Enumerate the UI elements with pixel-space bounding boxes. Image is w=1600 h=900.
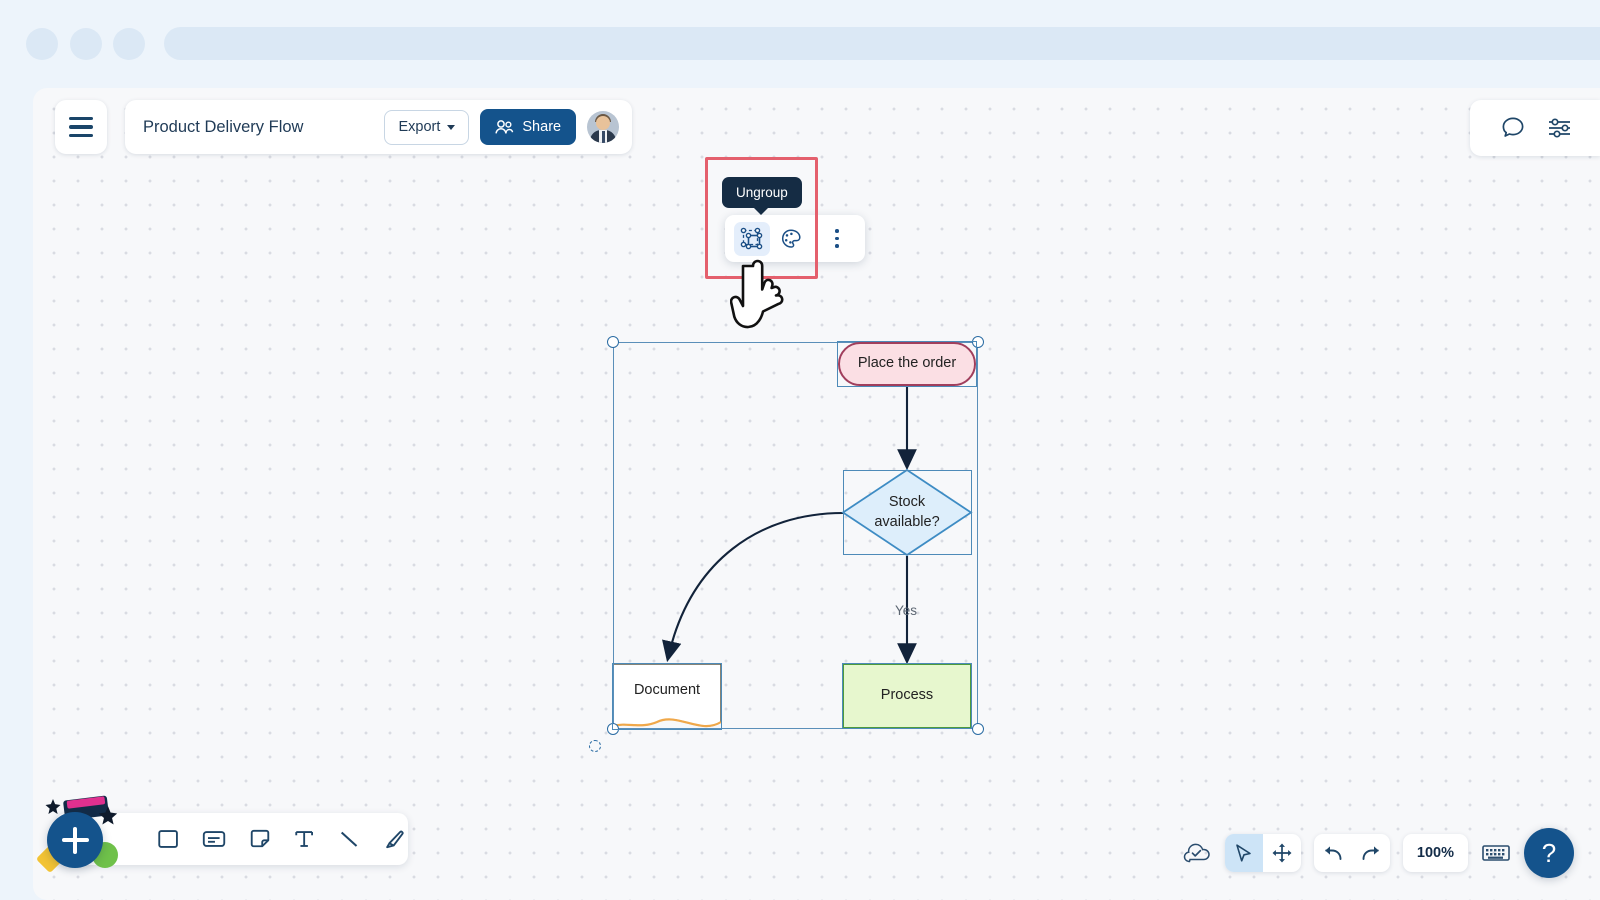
line-icon[interactable]: [337, 826, 361, 852]
pointing-hand-cursor: [730, 259, 784, 329]
node-process-label: Process: [880, 687, 934, 704]
edge-label-yes: Yes: [895, 603, 918, 618]
more-vertical-icon: [835, 229, 839, 233]
sliders-icon[interactable]: [1546, 115, 1574, 141]
document-header-bar: Product Delivery Flow Export Share: [125, 100, 633, 154]
node-place-order[interactable]: Place the order: [838, 342, 976, 386]
selection-handle-top-left[interactable]: [607, 336, 619, 348]
browser-dot-2: [70, 28, 102, 60]
undo-button[interactable]: [1314, 834, 1352, 872]
menu-button[interactable]: [55, 100, 107, 154]
more-options-button[interactable]: [824, 222, 850, 256]
browser-dot-1: [26, 28, 58, 60]
decoration-star-right: [98, 806, 118, 825]
hamburger-icon-bar: [69, 125, 93, 129]
cursor-arrow-icon: [1236, 843, 1252, 862]
browser-dot-3: [113, 28, 145, 60]
hamburger-icon: [69, 116, 93, 121]
pointer-mode-group: [1224, 834, 1301, 872]
avatar[interactable]: [587, 111, 620, 143]
square-icon[interactable]: [156, 826, 180, 852]
app-root: Place the order Stock available? Process …: [0, 0, 1600, 900]
redo-button[interactable]: [1352, 834, 1390, 872]
chevron-down-icon: [447, 124, 456, 130]
share-label: Share: [522, 119, 562, 135]
redo-icon: [1362, 846, 1379, 860]
top-right-toolbar: [1470, 100, 1600, 156]
undo-icon: [1325, 846, 1342, 860]
card-icon[interactable]: [201, 826, 227, 852]
add-button[interactable]: [47, 812, 103, 868]
node-document[interactable]: Document: [612, 663, 722, 729]
node-process[interactable]: Process: [843, 664, 971, 728]
node-place-order-label: Place the order: [857, 355, 957, 372]
decoration-star-left: [45, 799, 61, 814]
browser-address-bar[interactable]: [164, 27, 1600, 60]
node-document-label: Document: [633, 682, 701, 698]
more-vertical-dot: [835, 236, 839, 241]
cloud-saved-icon[interactable]: [1182, 841, 1212, 865]
help-button[interactable]: ?: [1524, 828, 1574, 878]
zoom-level-button[interactable]: 100%: [1402, 834, 1468, 872]
node-stock-available[interactable]: Stock available?: [843, 470, 971, 555]
selection-rotate-handle[interactable]: [589, 740, 601, 752]
history-group: [1313, 834, 1390, 872]
marker-pen-icon[interactable]: [382, 825, 408, 853]
text-icon[interactable]: [293, 826, 315, 852]
people-icon: [495, 120, 514, 134]
browser-chrome-mock: [0, 0, 1600, 88]
comment-bubble-icon[interactable]: [1500, 115, 1526, 141]
hamburger-icon-bar: [69, 133, 93, 138]
selection-handle-top-right[interactable]: [972, 336, 984, 348]
move-arrows-icon: [1272, 843, 1292, 863]
export-button[interactable]: Export: [384, 109, 470, 145]
keyboard-icon[interactable]: [1481, 842, 1511, 864]
more-vertical-dot: [835, 244, 839, 248]
page-title[interactable]: Product Delivery Flow: [143, 118, 373, 137]
export-label: Export: [398, 119, 441, 135]
sticky-note-icon[interactable]: [248, 826, 272, 852]
selection-handle-bottom-right[interactable]: [972, 723, 984, 735]
pan-tool-button[interactable]: [1263, 834, 1301, 872]
node-stock-available-label: Stock available?: [874, 493, 940, 530]
bottom-right-controls: 100% ?: [1182, 828, 1574, 878]
select-tool-button[interactable]: [1224, 834, 1263, 872]
share-button[interactable]: Share: [480, 109, 577, 145]
